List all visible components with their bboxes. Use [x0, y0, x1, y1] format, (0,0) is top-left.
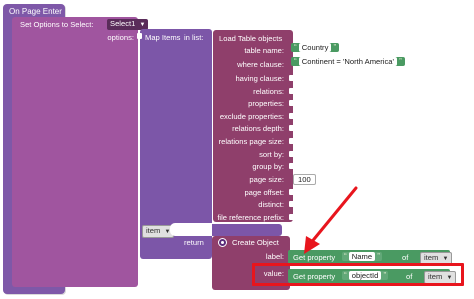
load-table-row-label: having clause: [235, 74, 284, 83]
return-label: return [184, 238, 204, 247]
set-options-label: Set Options to Select: [20, 20, 94, 29]
load-table-row-label: sort by: [259, 150, 284, 159]
arrow-shaft [308, 186, 358, 246]
input-socket[interactable] [289, 138, 294, 144]
item-variable-value: item [146, 226, 161, 235]
item-variable-slot [170, 223, 212, 236]
where-clause-string[interactable]: “ Continent = 'North America' ” [291, 57, 405, 66]
map-items-handle [212, 224, 282, 236]
in-list-label: in list: [184, 33, 204, 42]
chevron-down-icon: ▼ [442, 256, 449, 262]
input-socket[interactable] [289, 88, 294, 94]
arrow-head [304, 236, 320, 254]
options-label: options: [107, 33, 134, 42]
chevron-down-icon: ▼ [139, 22, 146, 28]
load-table-row-label: relations page size: [218, 137, 284, 146]
table-name-string[interactable]: “ Country ” [291, 43, 340, 52]
input-socket[interactable] [289, 163, 294, 169]
load-table-title: Load Table objects [219, 34, 283, 43]
load-table-row-label: exclude properties: [219, 112, 284, 121]
load-table-row-label: properties: [248, 99, 284, 108]
set-options-block[interactable]: Set Options to Select: Select1 ▼ options… [12, 17, 149, 287]
of-label: of [402, 253, 409, 262]
input-socket[interactable] [289, 75, 294, 81]
label-field-label: label: [265, 252, 284, 261]
create-object-title: Create Object [232, 238, 279, 247]
load-table-row-label: table name: [244, 46, 284, 55]
load-table-row-label: distinct: [258, 200, 284, 209]
on-page-enter-label: On Page Enter [9, 7, 62, 16]
close-quote-icon: ” [399, 57, 402, 66]
select-value: Select1 [110, 19, 136, 28]
open-quote-icon: “ [294, 57, 297, 66]
input-socket[interactable] [289, 151, 294, 157]
item-variable-value: item [424, 253, 439, 262]
create-object-icon [218, 238, 227, 247]
connector-notch [137, 33, 142, 39]
load-table-row-label: page size: [249, 175, 284, 184]
load-table-row-label: relations: [253, 87, 284, 96]
table-name-value[interactable]: Country [298, 43, 332, 52]
load-table-row-label: where clause: [237, 60, 284, 69]
input-socket[interactable] [289, 125, 294, 131]
load-table-row-label: page offset: [244, 188, 284, 197]
open-quote-icon: “ [294, 43, 297, 52]
input-socket[interactable] [289, 100, 294, 106]
where-clause-value[interactable]: Continent = 'North America' [298, 57, 397, 66]
load-table-row-label: relations depth: [232, 124, 284, 133]
load-table-row-label: group by: [252, 162, 284, 171]
map-items-label: Map Items [145, 33, 181, 42]
annotation-arrow [304, 186, 358, 254]
close-quote-icon: ” [333, 43, 337, 52]
close-quote-icon: ” [377, 252, 380, 261]
load-table-row-label: file reference prefix: [217, 213, 284, 222]
highlight-box [252, 263, 464, 286]
input-socket[interactable] [289, 113, 294, 119]
